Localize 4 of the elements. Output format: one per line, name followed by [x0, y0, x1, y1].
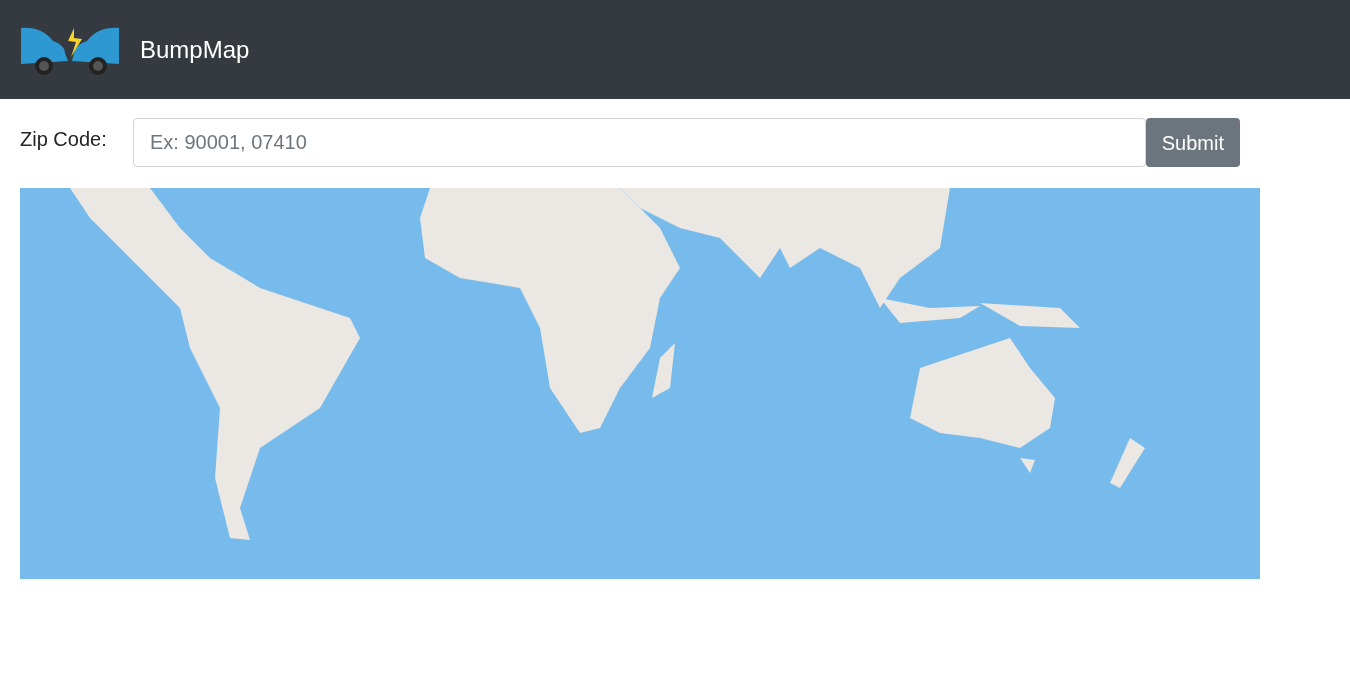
zip-code-label: Zip Code: — [20, 126, 108, 152]
zip-code-field[interactable]: Ex: 90001, 07410 — [133, 118, 1146, 167]
app-title[interactable]: BumpMap — [140, 31, 250, 68]
submit-button[interactable]: Submit — [1145, 118, 1240, 167]
